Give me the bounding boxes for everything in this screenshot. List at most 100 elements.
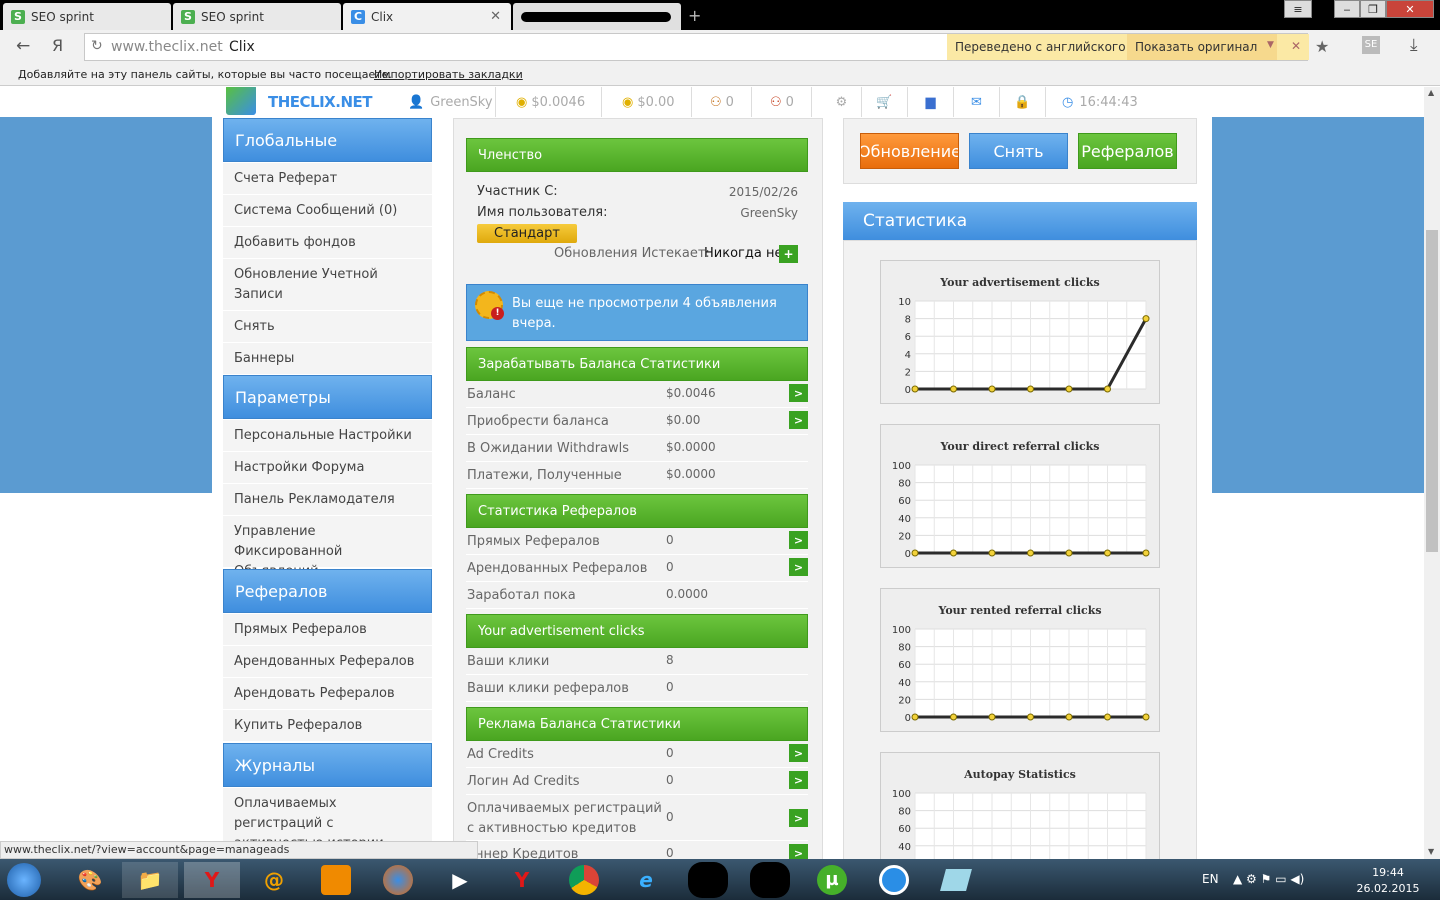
- header-username[interactable]: 👤 GreenSky: [398, 87, 496, 117]
- address-bar[interactable]: ↻ www.theclix.net Clix Переведено с англ…: [84, 33, 1329, 61]
- taskbar-search[interactable]: [308, 862, 364, 898]
- tab-hidden[interactable]: [513, 3, 681, 30]
- header-purchase-balance[interactable]: ◉ $0.00: [612, 87, 692, 117]
- taskbar-mail[interactable]: @: [246, 862, 302, 898]
- taskbar-paint[interactable]: 🎨: [62, 862, 118, 898]
- go-arrow-button[interactable]: >: [789, 809, 808, 827]
- data-point: [911, 385, 919, 393]
- tab-clix[interactable]: C Clix ✕: [343, 3, 511, 30]
- menu-item-buy-referrals[interactable]: Купить Рефералов: [223, 710, 432, 742]
- menu-icon[interactable]: ≡: [1284, 0, 1312, 18]
- taskbar-yandex[interactable]: Y: [494, 862, 550, 898]
- close-tab-icon[interactable]: ✕: [490, 9, 501, 24]
- stats-button[interactable]: ▆: [908, 87, 954, 117]
- menu-item-add-funds[interactable]: Добавить фондов: [223, 227, 432, 259]
- start-button[interactable]: [2, 862, 46, 898]
- withdraw-button[interactable]: Снять: [969, 133, 1068, 169]
- ref_stats-value: 0: [666, 533, 674, 547]
- taskbar-chrome[interactable]: [556, 862, 612, 898]
- bookmarks-hint: Добавляйте на эту панель сайты, которые …: [18, 68, 392, 81]
- logo-icon[interactable]: [226, 87, 256, 115]
- settings-button[interactable]: ⚙: [822, 87, 862, 117]
- reload-icon[interactable]: ↻: [91, 38, 103, 54]
- logo-text[interactable]: THECLIX.NET: [268, 93, 372, 111]
- header-balance[interactable]: ◉ $0.0046: [506, 87, 602, 117]
- menu-section-settings[interactable]: Параметры: [223, 375, 432, 419]
- menu-item-messages[interactable]: Система Сообщений (0): [223, 195, 432, 227]
- back-icon[interactable]: ←: [16, 36, 30, 56]
- minimize-icon[interactable]: ‒: [1334, 0, 1360, 18]
- menu-item-rented-referrals[interactable]: Арендованных Рефералов: [223, 646, 432, 678]
- chevron-down-icon[interactable]: ▼: [1267, 40, 1274, 50]
- taskbar-ie[interactable]: e: [618, 862, 674, 898]
- windows-logo-icon: [7, 863, 41, 897]
- scrollbar-thumb[interactable]: [1426, 230, 1438, 552]
- extension-icon[interactable]: SE: [1362, 36, 1380, 54]
- menu-item-fixed-ads[interactable]: Управление Фиксированной Объявлений: [223, 516, 432, 579]
- tray-icons[interactable]: ▲ ⚙ ⚑ ▭ ◀): [1233, 872, 1304, 886]
- y-tick-label: 100: [892, 789, 911, 800]
- close-window-icon[interactable]: ✕: [1386, 0, 1434, 18]
- line-chart: 100 80 60 40 20 0: [892, 461, 1150, 560]
- ad_clicks-value: 0: [666, 680, 674, 694]
- messages-button[interactable]: ✉: [954, 87, 1000, 117]
- go-arrow-button[interactable]: >: [789, 744, 808, 762]
- ad_balance-value: 0: [666, 846, 674, 859]
- taskbar-firefox[interactable]: [370, 862, 426, 898]
- scroll-up-icon[interactable]: ▲: [1428, 88, 1434, 97]
- download-icon[interactable]: ⤓: [1410, 35, 1418, 55]
- language-indicator[interactable]: EN: [1202, 872, 1219, 886]
- go-arrow-button[interactable]: >: [789, 411, 808, 429]
- upgrade-plus-button[interactable]: +: [779, 245, 798, 263]
- chart-box: Your rented referral clicks 100 80 60 40 20 0: [880, 588, 1160, 732]
- header-direct-text: 0: [725, 94, 734, 110]
- tab-seo-sprint-1[interactable]: S SEO sprint: [3, 3, 171, 30]
- taskbar-utorrent[interactable]: µ: [804, 862, 860, 898]
- taskbar-notepad[interactable]: [928, 862, 984, 898]
- menu-item-withdraw[interactable]: Снять: [223, 311, 432, 343]
- bookmark-star-icon[interactable]: ★: [1315, 37, 1329, 56]
- go-arrow-button[interactable]: >: [789, 844, 808, 859]
- coins-icon: ◉: [622, 94, 634, 110]
- scroll-down-icon[interactable]: ▼: [1428, 847, 1434, 856]
- menu-item-personal-settings[interactable]: Персональные Настройки: [223, 420, 432, 452]
- taskbar-media[interactable]: ▶: [432, 862, 488, 898]
- import-bookmarks-link[interactable]: Импортировать закладки: [374, 68, 523, 81]
- taskbar-hidden-2[interactable]: [742, 862, 798, 898]
- line-chart: 100 80 60 40 20 0: [892, 625, 1150, 724]
- upgrade-button[interactable]: Обновление: [860, 133, 959, 169]
- menu-item-rent-referrals[interactable]: Арендовать Рефералов: [223, 678, 432, 710]
- menu-item-account-summary[interactable]: Счета Реферат: [223, 163, 432, 195]
- go-arrow-button[interactable]: >: [789, 558, 808, 576]
- yandex-icon[interactable]: Я: [52, 36, 63, 55]
- y-tick-label: 40: [898, 514, 911, 525]
- go-arrow-button[interactable]: >: [789, 384, 808, 402]
- new-tab-icon[interactable]: +: [688, 6, 701, 25]
- menu-section-referrals[interactable]: Рефералов: [223, 569, 432, 613]
- menu-item-advertiser-panel[interactable]: Панель Рекламодателя: [223, 484, 432, 516]
- tab-seo-sprint-2[interactable]: S SEO sprint: [173, 3, 341, 30]
- cart-button[interactable]: 🛒: [862, 87, 908, 117]
- ad_clicks-value: 8: [666, 653, 674, 667]
- logout-button[interactable]: 🔒: [1000, 87, 1046, 117]
- menu-item-paid-signups[interactable]: Оплачиваемых регистраций с активностью и…: [223, 788, 432, 851]
- menu-item-upgrade[interactable]: Обновление Учетной Записи: [223, 259, 432, 311]
- menu-item-banners[interactable]: Баннеры: [223, 343, 432, 375]
- taskbar-explorer[interactable]: 📁: [122, 862, 178, 898]
- menu-item-direct-referrals[interactable]: Прямых Рефералов: [223, 614, 432, 646]
- go-arrow-button[interactable]: >: [789, 531, 808, 549]
- show-original-button[interactable]: Показать оригинал: [1127, 34, 1277, 60]
- close-translate-icon[interactable]: ✕: [1291, 39, 1301, 53]
- menu-item-forum-settings[interactable]: Настройки Форума: [223, 452, 432, 484]
- taskbar-yandex-active[interactable]: Y: [184, 862, 240, 898]
- taskbar-app[interactable]: [866, 862, 922, 898]
- header-rented-refs[interactable]: ⚇ 0: [762, 87, 812, 117]
- maximize-icon[interactable]: ❐: [1360, 0, 1386, 18]
- member-since-label: Участник С:: [477, 184, 558, 199]
- menu-section-global[interactable]: Глобальные: [223, 118, 432, 162]
- referrals-button[interactable]: Рефералов: [1078, 133, 1177, 169]
- menu-section-logs[interactable]: Журналы: [223, 743, 432, 787]
- go-arrow-button[interactable]: >: [789, 771, 808, 789]
- taskbar-hidden-1[interactable]: [680, 862, 736, 898]
- header-direct-refs[interactable]: ⚇ 0: [702, 87, 752, 117]
